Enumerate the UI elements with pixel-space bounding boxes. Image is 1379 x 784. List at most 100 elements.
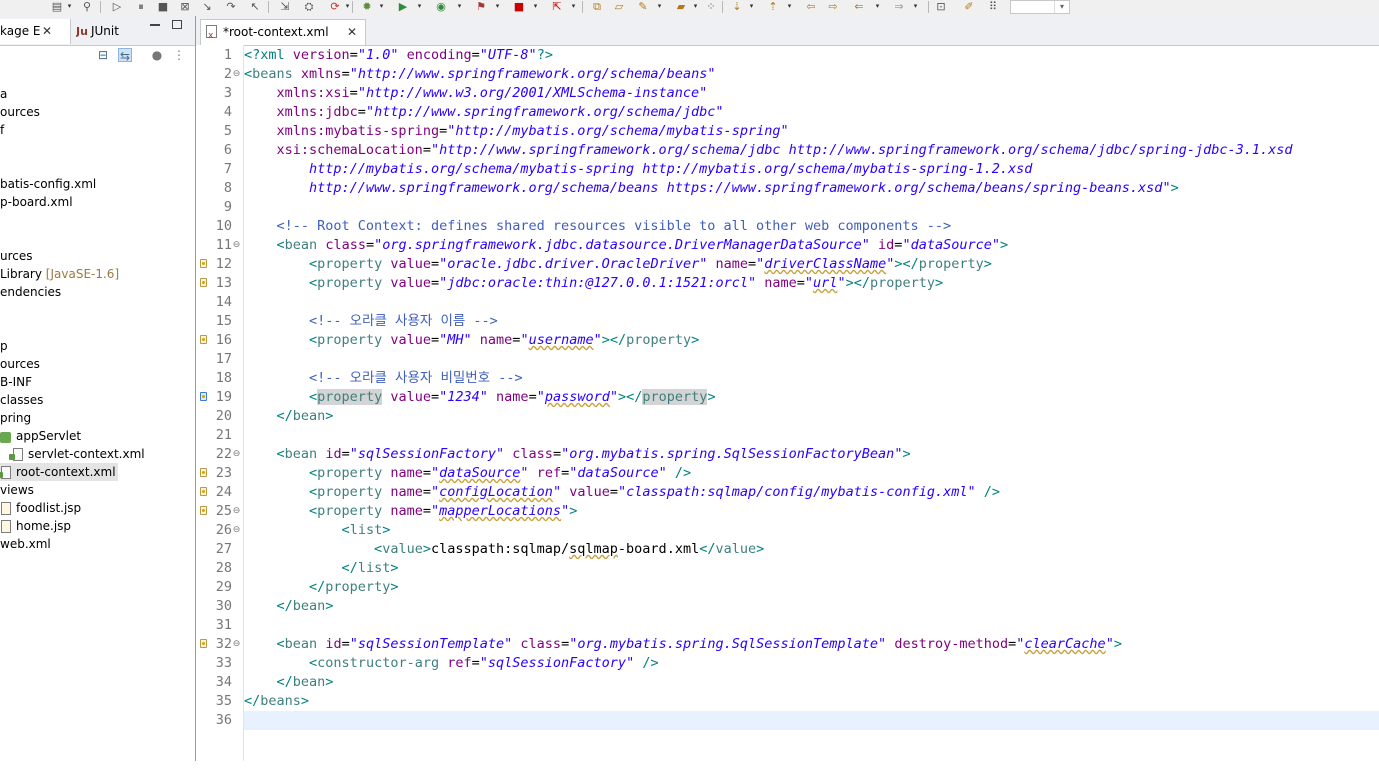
code-line[interactable]: <bean class="org.springframework.jdbc.da… xyxy=(244,236,1009,255)
tree-item[interactable]: home.jsp xyxy=(0,517,71,535)
new-window-icon[interactable]: ⊡ xyxy=(934,0,948,13)
prev-annotation-icon[interactable]: ⇡ xyxy=(766,0,780,13)
terminate-icon[interactable]: ■ xyxy=(156,0,170,13)
forward-icon[interactable]: ⇒ xyxy=(892,0,906,13)
disconnect-icon[interactable]: ⊠ xyxy=(178,0,192,13)
tree-item[interactable]: f xyxy=(0,121,4,139)
warning-marker-icon[interactable] xyxy=(200,335,208,345)
tree-item[interactable]: p xyxy=(0,337,8,355)
edit-icon[interactable]: ✐ xyxy=(962,0,976,13)
warning-marker-icon[interactable] xyxy=(200,639,208,649)
tree-item[interactable]: appServlet xyxy=(0,427,81,445)
code-line[interactable]: <property name="mapperLocations"> xyxy=(244,502,577,521)
folder-icon[interactable]: ▰ xyxy=(674,0,688,13)
tree-item[interactable]: a xyxy=(0,85,7,103)
toolbar-combo[interactable]: ▾ xyxy=(1010,0,1070,14)
code-line[interactable]: http://www.springframework.org/schema/be… xyxy=(244,179,1179,198)
tree-item[interactable]: batis-config.xml xyxy=(0,175,96,193)
code-line[interactable]: <property value="jdbc:oracle:thin:@127.0… xyxy=(244,274,943,293)
next-annotation-icon[interactable]: ⇣ xyxy=(730,0,744,13)
prev-annotation-dropdown-arrow[interactable]: ▾ xyxy=(786,2,793,11)
refresh-dropdown-arrow[interactable]: ▾ xyxy=(344,2,351,11)
open-type-icon[interactable]: ⧉ xyxy=(590,0,604,13)
code-line[interactable]: <!-- 오라클 사용자 이름 --> xyxy=(244,312,498,331)
forward-edit-icon[interactable]: ⇨ xyxy=(826,0,840,13)
code-line[interactable]: <list> xyxy=(244,521,391,540)
external-tools-dropdown-arrow[interactable]: ▾ xyxy=(494,2,501,11)
tree-item[interactable]: B-INF xyxy=(0,373,32,391)
external-tools-icon[interactable]: ⚑ xyxy=(474,0,488,13)
tree-item[interactable]: ources xyxy=(0,355,40,373)
code-line[interactable]: <value>classpath:sqlmap/sqlmap-board.xml… xyxy=(244,540,764,559)
code-line[interactable]: <constructor-arg ref="sqlSessionFactory"… xyxy=(244,654,659,673)
code-line[interactable]: </beans> xyxy=(244,692,309,711)
tab-package-explorer[interactable]: kage E ✕ xyxy=(0,19,71,44)
code-line[interactable]: </bean> xyxy=(244,407,334,426)
tree-item[interactable]: classes xyxy=(0,391,43,409)
code-line[interactable]: <property value="1234" name="password"><… xyxy=(244,388,716,407)
drop-frame-icon[interactable]: ⇲ xyxy=(278,0,292,13)
minimize-icon[interactable] xyxy=(150,24,160,26)
refresh-icon[interactable]: ⟳ xyxy=(328,0,342,13)
run-dropdown-arrow[interactable]: ▾ xyxy=(416,2,423,11)
tree-item[interactable]: views xyxy=(0,481,34,499)
code-line[interactable]: <bean id="sqlSessionTemplate" class="org… xyxy=(244,635,1122,654)
tree-item[interactable]: urces xyxy=(0,247,33,265)
use-step-filters-icon[interactable]: ⛭ xyxy=(302,0,316,13)
view-menu-icon[interactable]: ⋮ xyxy=(172,48,186,62)
fold-collapse-icon[interactable]: ⊖ xyxy=(232,502,241,521)
code-line[interactable]: <!-- Root Context: defines shared resour… xyxy=(244,217,952,236)
close-icon[interactable]: ✕ xyxy=(42,19,52,44)
code-line[interactable]: <beans xmlns="http://www.springframework… xyxy=(244,65,715,84)
tree-item[interactable]: foodlist.jsp xyxy=(0,499,81,517)
fold-collapse-icon[interactable]: ⊖ xyxy=(232,236,241,255)
fold-collapse-icon[interactable]: ⊖ xyxy=(232,65,241,84)
warning-marker-icon[interactable] xyxy=(200,468,208,478)
code-line[interactable]: <property name="dataSource" ref="dataSou… xyxy=(244,464,691,483)
tree-item[interactable]: web.xml xyxy=(0,535,51,553)
step-into-icon[interactable]: ↘ xyxy=(200,0,214,13)
collapse-all-icon[interactable]: ⊟ xyxy=(96,48,110,62)
last-edit-icon[interactable]: ⇦ xyxy=(804,0,818,13)
code-line[interactable]: xsi:schemaLocation="http://www.springfra… xyxy=(244,141,1293,160)
open-folder-icon[interactable]: ▱ xyxy=(612,0,626,13)
back-icon[interactable]: ⇐ xyxy=(852,0,866,13)
code-line[interactable]: <property value="oracle.jdbc.driver.Orac… xyxy=(244,255,992,274)
back-dropdown-arrow[interactable]: ▾ xyxy=(874,2,881,11)
fold-collapse-icon[interactable]: ⊖ xyxy=(232,445,241,464)
code-line[interactable]: <bean id="sqlSessionFactory" class="org.… xyxy=(244,445,911,464)
coverage-icon[interactable]: ◉ xyxy=(434,0,448,13)
warning-marker-icon[interactable] xyxy=(200,259,208,269)
search-icon[interactable]: ⚲ xyxy=(80,0,94,13)
code-line[interactable]: xmlns:jdbc="http://www.springframework.o… xyxy=(244,103,724,122)
tab-root-context-xml[interactable]: *root-context.xml ✕ xyxy=(200,19,366,48)
debug-icon[interactable]: ✹ xyxy=(360,0,374,13)
suspend-icon[interactable]: ⏸ xyxy=(134,0,148,13)
pen-dropdown-arrow[interactable]: ▾ xyxy=(656,2,663,11)
fold-collapse-icon[interactable]: ⊖ xyxy=(232,635,241,654)
step-over-icon[interactable]: ↷ xyxy=(224,0,238,13)
code-line[interactable]: </property> xyxy=(244,578,398,597)
folder-dropdown-arrow[interactable]: ▾ xyxy=(692,2,699,11)
code-line[interactable]: </bean> xyxy=(244,673,334,692)
toggle-mark-icon[interactable]: ⁘ xyxy=(704,0,718,13)
tree-item[interactable]: servlet-context.xml xyxy=(9,445,145,463)
warning-marker-icon[interactable] xyxy=(200,506,208,516)
warning-marker-icon[interactable] xyxy=(200,392,208,402)
tree-item[interactable]: ources xyxy=(0,103,40,121)
combo-chevron-down-icon[interactable]: ▾ xyxy=(1054,1,1069,13)
tab-junit[interactable]: Ju JUnit xyxy=(76,19,126,44)
forward-dropdown-arrow[interactable]: ▾ xyxy=(912,2,919,11)
next-annotation-dropdown-arrow[interactable]: ▾ xyxy=(748,2,755,11)
resume-icon[interactable]: ▷ xyxy=(110,0,124,13)
stop-server-icon[interactable]: ■ xyxy=(512,0,526,13)
publish-dropdown-arrow[interactable]: ▾ xyxy=(570,2,577,11)
save-dropdown-arrow[interactable]: ▾ xyxy=(66,2,73,11)
run-icon[interactable]: ▶ xyxy=(396,0,410,13)
focus-on-active-task-icon[interactable]: ● xyxy=(150,48,164,62)
tree-item[interactable]: Library [JavaSE-1.6] xyxy=(0,265,119,283)
maximize-icon[interactable] xyxy=(172,20,182,29)
warning-marker-icon[interactable] xyxy=(200,487,208,497)
tree-item[interactable]: endencies xyxy=(0,283,61,301)
code-line[interactable]: <property name="configLocation" value="c… xyxy=(244,483,1000,502)
